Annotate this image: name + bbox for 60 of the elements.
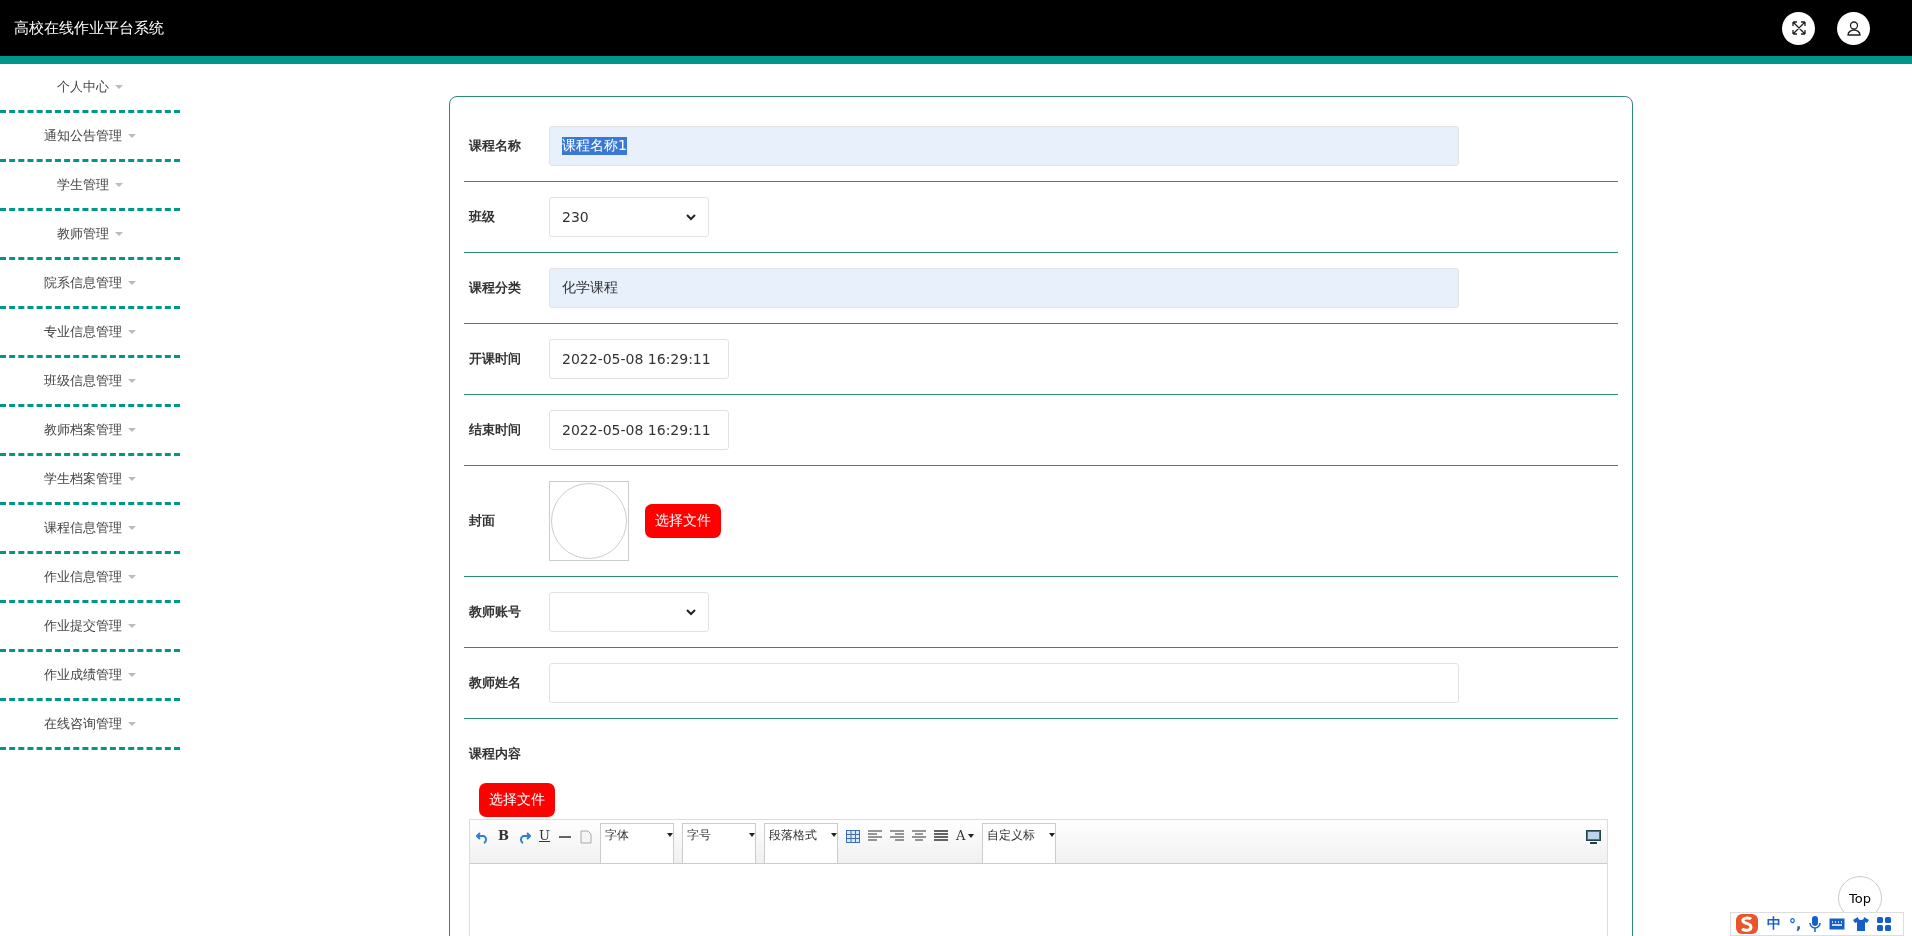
- app-title: 高校在线作业平台系统: [14, 18, 164, 38]
- choose-file-button[interactable]: 选择文件: [645, 504, 721, 538]
- field-label: 开课时间: [469, 350, 522, 368]
- bold-button[interactable]: B: [498, 828, 509, 843]
- field-label: 教师账号: [469, 603, 522, 621]
- shirt-icon[interactable]: [1853, 917, 1870, 931]
- sidebar-item[interactable]: 教师管理: [0, 211, 180, 260]
- field-label: 课程内容: [469, 745, 522, 763]
- text-field[interactable]: [549, 663, 1459, 703]
- sidebar-item[interactable]: 课程信息管理: [0, 505, 180, 554]
- underline-button[interactable]: U: [539, 828, 550, 843]
- dropdown-field[interactable]: 字体: [599, 823, 674, 864]
- sidebar-item[interactable]: 作业提交管理: [0, 603, 180, 652]
- align-left-icon[interactable]: [867, 830, 882, 842]
- choose-file-button[interactable]: 选择文件: [479, 783, 555, 817]
- dropdown-field[interactable]: 自定义标: [982, 823, 1057, 864]
- user-button[interactable]: [1837, 11, 1870, 45]
- field-label: 课程名称: [469, 137, 522, 155]
- font-color-button[interactable]: A: [955, 828, 975, 843]
- field-label: 结束时间: [469, 421, 522, 439]
- field-label: 班级: [469, 208, 496, 226]
- select-field[interactable]: [549, 592, 709, 632]
- justify-icon[interactable]: [933, 830, 948, 842]
- sidebar-item[interactable]: 专业信息管理: [0, 309, 180, 358]
- select-field[interactable]: 230: [549, 197, 709, 237]
- sidebar-item[interactable]: 通知公告管理: [0, 113, 180, 162]
- microphone-icon[interactable]: [1809, 916, 1822, 932]
- user-icon: [1845, 20, 1862, 36]
- text-field[interactable]: 化学课程: [549, 268, 1459, 308]
- undo-icon[interactable]: [476, 830, 490, 844]
- date-field[interactable]: 2022-05-08 16:29:11: [549, 339, 729, 379]
- ime-mode-toggle[interactable]: 中: [1767, 915, 1781, 933]
- sidebar-item[interactable]: 学生管理: [0, 162, 180, 211]
- sidebar-item[interactable]: 学生档案管理: [0, 456, 180, 505]
- align-right-icon[interactable]: [889, 830, 904, 842]
- chevron-down-icon: [686, 608, 696, 616]
- keyboard-icon[interactable]: [1829, 918, 1846, 930]
- fullscreen-icon: [1790, 20, 1807, 36]
- field-label: 封面: [469, 512, 496, 530]
- chevron-down-icon: [686, 213, 696, 221]
- sidebar-item[interactable]: 作业信息管理: [0, 554, 180, 603]
- fullscreen-button[interactable]: [1782, 11, 1815, 45]
- field-label: 课程分类: [469, 279, 522, 297]
- dropdown-field[interactable]: 段落格式: [763, 823, 838, 864]
- sidebar-item[interactable]: 院系信息管理: [0, 260, 180, 309]
- align-center-icon[interactable]: [911, 830, 926, 842]
- sidebar-item[interactable]: 教师档案管理: [0, 407, 180, 456]
- table-icon[interactable]: [845, 830, 860, 843]
- date-field[interactable]: 2022-05-08 16:29:11: [549, 410, 729, 450]
- dropdown-field[interactable]: 字号: [681, 823, 756, 864]
- sidebar-item[interactable]: 在线咨询管理: [0, 701, 180, 750]
- monitor-icon[interactable]: [1586, 830, 1601, 844]
- field-label: 教师姓名: [469, 674, 522, 692]
- sidebar-item[interactable]: 作业成绩管理: [0, 652, 180, 701]
- grid-icon[interactable]: [1877, 917, 1892, 931]
- redo-icon[interactable]: [517, 830, 531, 844]
- text-field[interactable]: 课程名称1: [549, 126, 1459, 166]
- ime-mode-toggle[interactable]: °,: [1789, 916, 1802, 932]
- sidebar-item[interactable]: 个人中心: [0, 64, 180, 113]
- sidebar-item[interactable]: 班级信息管理: [0, 358, 180, 407]
